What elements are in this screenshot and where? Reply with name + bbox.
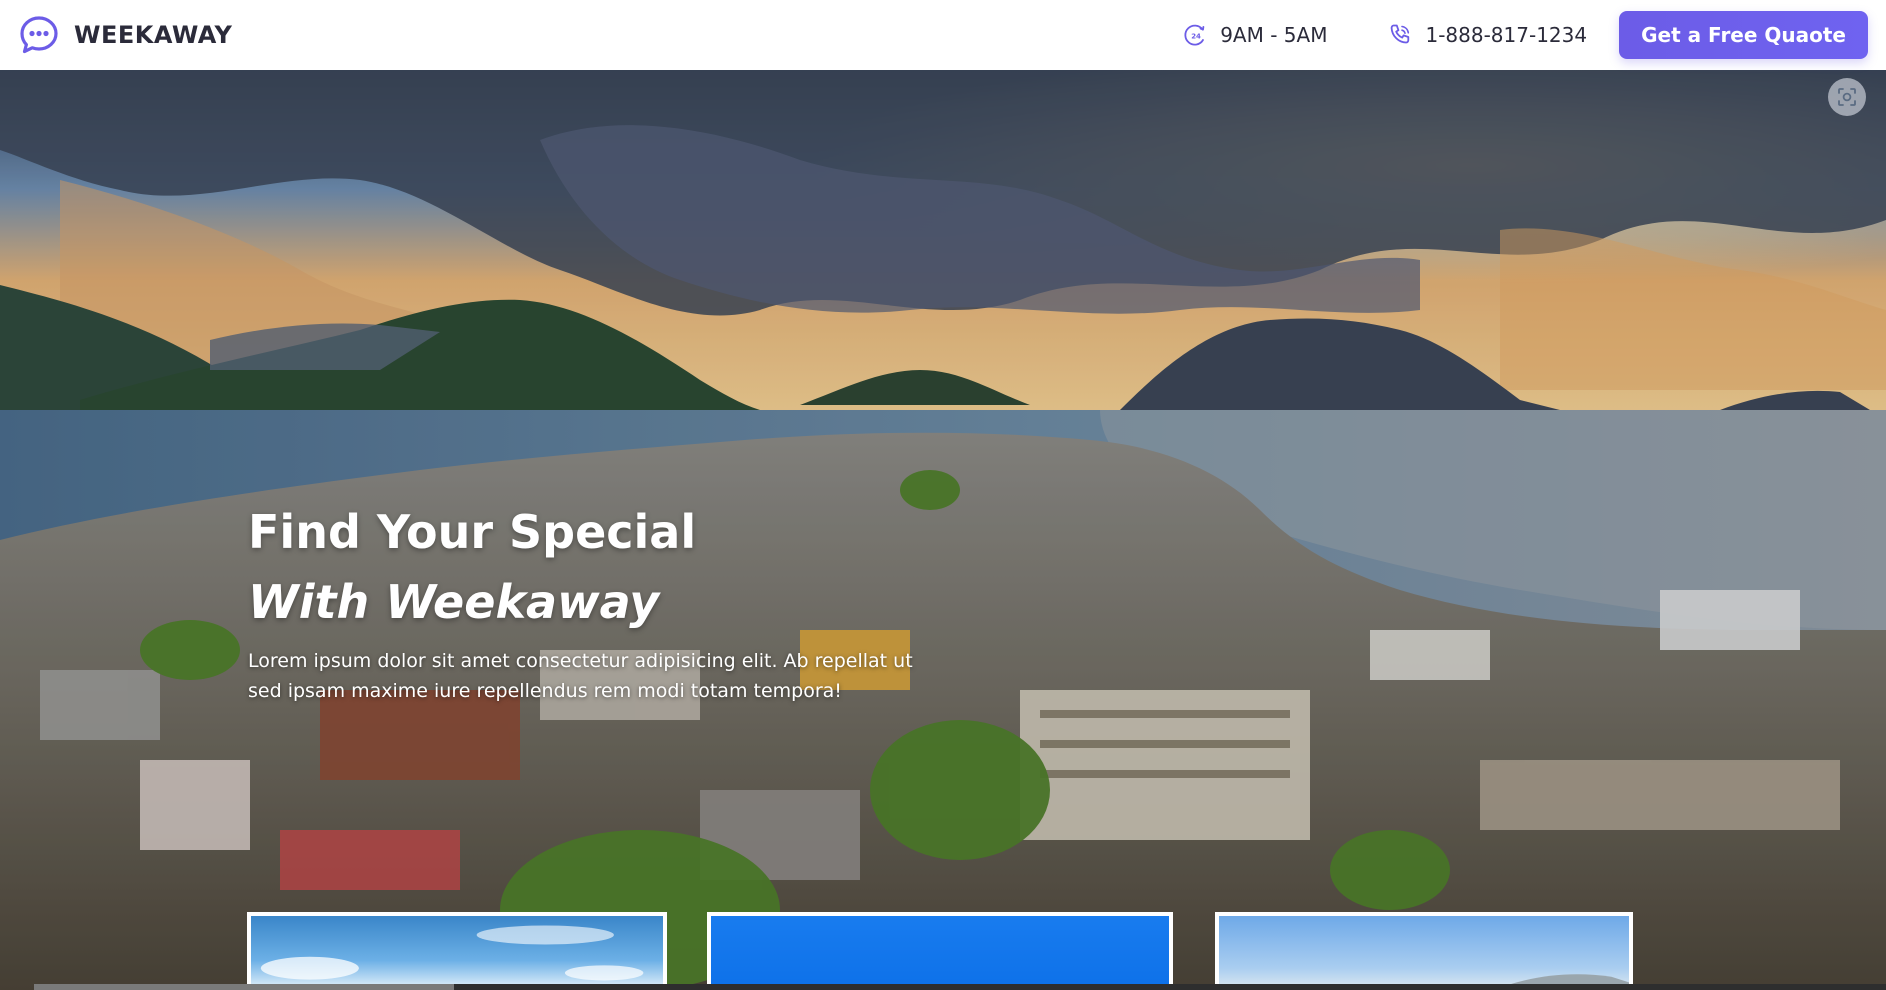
- svg-text:24: 24: [1191, 32, 1201, 40]
- brand-name: WEEKAWAY: [74, 21, 233, 49]
- destination-cards: [0, 912, 1886, 990]
- business-hours: 24 9AM - 5AM: [1182, 22, 1327, 48]
- sky-photo-icon: [711, 916, 1169, 990]
- hero-description: Lorem ipsum dolor sit amet consectetur a…: [248, 646, 968, 706]
- clock-24-icon: 24: [1184, 24, 1205, 46]
- destination-card[interactable]: [1215, 912, 1633, 990]
- hours-text: 9AM - 5AM: [1220, 23, 1328, 47]
- phone-text: 1-888-817-1234: [1425, 23, 1588, 47]
- phone-number[interactable]: 1-888-817-1234: [1387, 22, 1587, 48]
- scan-icon: [1838, 88, 1856, 106]
- beach-photo-icon: [260, 925, 644, 981]
- hero-copy: Find Your Special With Weekaway Lorem ip…: [248, 502, 968, 706]
- hero-title-secondary: With Weekaway: [248, 575, 660, 629]
- destination-card[interactable]: [247, 912, 667, 990]
- hero-description-line-1: Lorem ipsum dolor sit amet consectetur a…: [248, 650, 913, 672]
- header-contact: 24 9AM - 5AM 1-888-817-1234 Get a Free Q…: [1182, 11, 1868, 59]
- scan-button[interactable]: [1828, 78, 1866, 116]
- hero-section: Find Your Special With Weekaway Lorem ip…: [0, 70, 1886, 990]
- top-header: WEEKAWAY 24 9AM - 5AM 1-888-817-1234 Get…: [0, 0, 1886, 70]
- phone-icon: [1391, 24, 1410, 44]
- mountain-photo-icon: [1493, 974, 1629, 990]
- hero-description-line-2: sed ipsam maxime iure repellendus rem mo…: [248, 680, 842, 702]
- horizontal-scrollbar[interactable]: [34, 984, 1886, 990]
- scrollbar-thumb[interactable]: [34, 984, 454, 990]
- brand[interactable]: WEEKAWAY: [18, 14, 232, 56]
- get-free-quote-button[interactable]: Get a Free Quaote: [1619, 11, 1868, 59]
- destination-card[interactable]: [707, 912, 1173, 990]
- hero-title: Find Your Special: [248, 505, 697, 559]
- chat-bubble-icon: [20, 16, 58, 54]
